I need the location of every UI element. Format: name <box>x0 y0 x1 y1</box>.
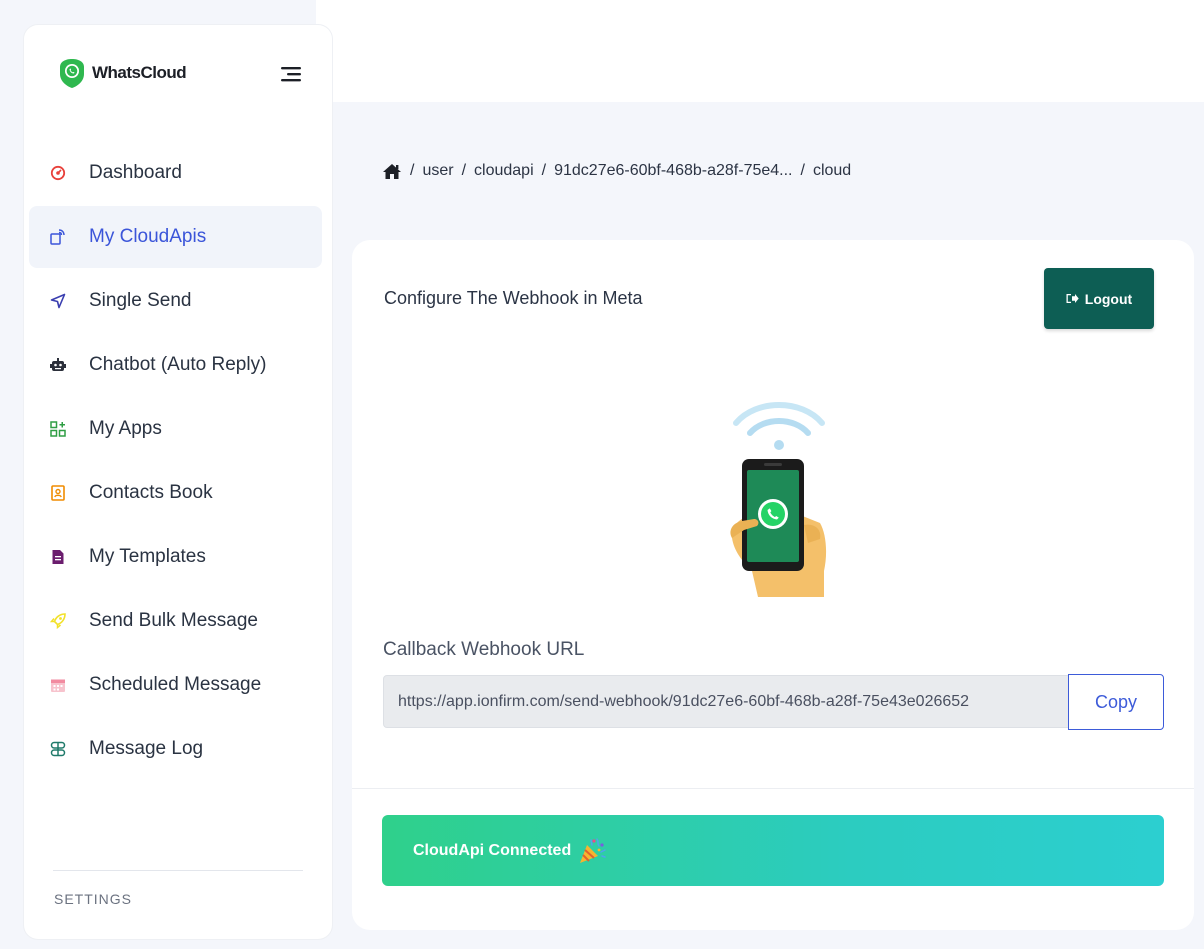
brand-logo[interactable]: WhatsCloud <box>56 57 187 89</box>
connection-status-text: CloudApi Connected <box>413 841 572 859</box>
sidebar-item-dashboard[interactable]: Dashboard <box>29 142 322 204</box>
contacts-icon <box>49 484 67 502</box>
send-icon <box>49 292 67 310</box>
sign-out-icon <box>1066 294 1079 303</box>
sidebar-item-label: Dashboard <box>89 162 182 183</box>
sidebar-nav: Dashboard My CloudApis Single Send Chatb… <box>29 142 322 782</box>
logout-button[interactable]: Logout <box>1044 268 1154 329</box>
breadcrumb-separator: / <box>800 162 805 179</box>
cloud-api-icon <box>49 228 67 246</box>
page-gutter <box>0 0 10 949</box>
breadcrumb-cloudapi[interactable]: cloudapi <box>474 162 534 180</box>
home-icon[interactable] <box>382 163 402 180</box>
breadcrumb-user[interactable]: user <box>422 162 453 180</box>
sidebar-item-message-log[interactable]: Message Log <box>29 718 322 780</box>
hamburger-menu-icon[interactable] <box>279 64 303 84</box>
sidebar-item-label: Contacts Book <box>89 482 213 503</box>
breadcrumb-current: cloud <box>812 162 852 179</box>
sidebar-item-label: My Apps <box>89 418 162 439</box>
copy-button[interactable]: Copy <box>1068 674 1164 730</box>
brand-name: WhatsCloud <box>92 63 187 82</box>
sidebar-divider <box>53 870 303 871</box>
log-icon <box>49 740 67 758</box>
sidebar-item-label: Chatbot (Auto Reply) <box>89 354 267 375</box>
party-popper-icon <box>580 837 606 863</box>
breadcrumb: / user / cloudapi / 91dc27e6-60bf-468b-a… <box>382 162 851 180</box>
template-icon <box>49 548 67 566</box>
phone-whatsapp-illustration-icon <box>730 402 827 597</box>
robot-icon <box>49 356 67 374</box>
settings-section-heading: SETTINGS <box>54 891 133 907</box>
sidebar-item-send-bulk-message[interactable]: Send Bulk Message <box>29 590 322 652</box>
sidebar-item-label: Message Log <box>89 738 204 759</box>
sidebar-item-chatbot[interactable]: Chatbot (Auto Reply) <box>29 334 322 396</box>
apps-icon <box>49 420 67 438</box>
breadcrumb-separator: / <box>410 162 415 179</box>
card-title: Configure The Webhook in Meta <box>384 288 643 308</box>
sidebar-item-label: Single Send <box>89 290 192 311</box>
sidebar-item-label: Scheduled Message <box>89 674 262 695</box>
sidebar-item-label: Send Bulk Message <box>89 610 258 631</box>
sidebar-item-my-templates[interactable]: My Templates <box>29 526 322 588</box>
breadcrumb-separator: / <box>541 162 547 179</box>
sidebar-item-scheduled-message[interactable]: Scheduled Message <box>29 654 322 716</box>
card-divider <box>352 788 1194 789</box>
breadcrumb-separator: / <box>461 162 467 179</box>
sidebar-item-label: My CloudApis <box>89 226 207 247</box>
sidebar-item-my-apps[interactable]: My Apps <box>29 398 322 460</box>
sidebar-item-single-send[interactable]: Single Send <box>29 270 322 332</box>
calendar-icon <box>49 676 67 694</box>
webhook-url-label: Callback Webhook URL <box>383 639 585 660</box>
rocket-icon <box>49 612 67 630</box>
webhook-url-field[interactable] <box>383 675 1069 728</box>
sidebar-item-contacts-book[interactable]: Contacts Book <box>29 462 322 524</box>
breadcrumb-cloudapi-id[interactable]: 91dc27e6-60bf-468b-a28f-75e4... <box>554 162 792 180</box>
logout-label: Logout <box>1084 290 1133 307</box>
gauge-icon <box>49 164 67 182</box>
whatscloud-logo-icon <box>60 59 84 88</box>
sidebar-item-my-cloudapis[interactable]: My CloudApis <box>29 206 322 268</box>
sidebar-item-label: My Templates <box>89 546 206 567</box>
connection-status-banner: CloudApi Connected <box>382 815 1164 886</box>
top-header <box>316 0 1204 102</box>
